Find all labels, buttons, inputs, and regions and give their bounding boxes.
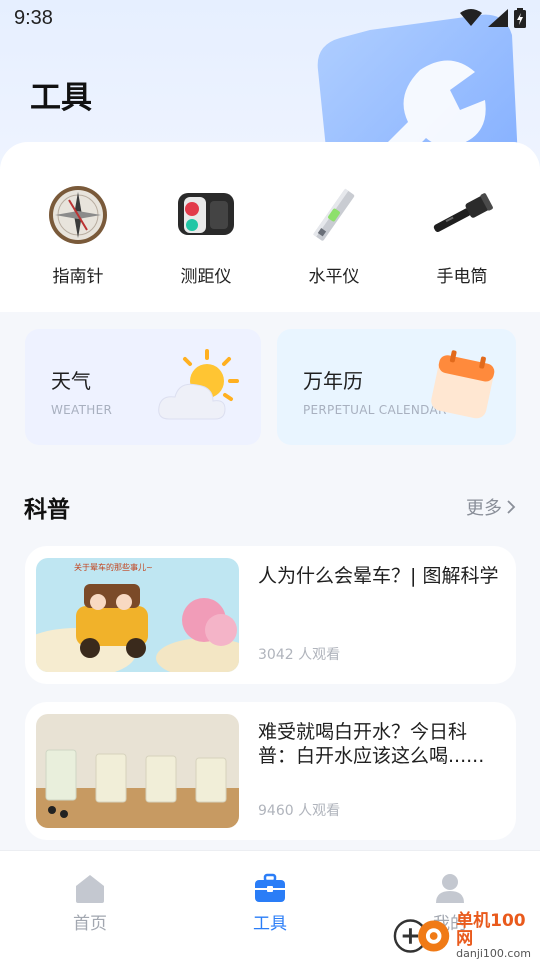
tools-grid: 指南针 测距仪 水平仪 手电筒: [0, 180, 540, 300]
flashlight-icon: [433, 193, 493, 233]
tool-level-label: 水平仪: [308, 267, 360, 287]
article-thumbnail: 关于晕车的那些事儿~: [36, 558, 239, 672]
article-thumbnail: [36, 714, 239, 828]
article-views: 9460 人观看: [258, 803, 341, 819]
science-more-link[interactable]: 更多: [466, 494, 516, 520]
status-bar: 9:38: [0, 0, 540, 36]
tab-home-label: 首页: [73, 914, 107, 934]
tab-tools[interactable]: 工具: [180, 851, 360, 960]
compass-icon: [49, 186, 107, 244]
page-title: 工具: [30, 80, 92, 116]
home-icon: [76, 875, 104, 903]
tab-home[interactable]: 首页: [0, 851, 180, 960]
status-time: 9:38: [14, 6, 53, 29]
chevron-right-icon: [507, 500, 516, 514]
toolbox-icon: [255, 873, 285, 902]
tool-rangefinder[interactable]: 测距仪: [151, 180, 261, 300]
thumbnail-caption: 关于晕车的那些事儿~: [74, 562, 153, 572]
more-label: 更多: [466, 498, 502, 519]
article-card[interactable]: 难受就喝白开水？今日科普：白开水应该这么喝...... 9460 人观看: [25, 702, 516, 840]
article-views: 3042 人观看: [258, 647, 341, 663]
science-section-title: 科普: [24, 497, 70, 523]
carsick-illustration: 关于晕车的那些事儿~: [36, 558, 239, 672]
level-icon: [313, 188, 355, 241]
cell-signal-icon: [488, 9, 508, 27]
tool-flashlight[interactable]: 手电筒: [407, 180, 517, 300]
person-icon: [436, 874, 464, 903]
watermark-brand: 单机100网: [456, 911, 526, 949]
calendar-icon: [431, 350, 495, 419]
water-glasses-photo: [36, 714, 239, 828]
article-title: 人为什么会晕车？| 图解科学: [258, 565, 499, 587]
watermark: 单机100网 danji100.com: [392, 912, 540, 960]
battery-icon: [514, 8, 526, 28]
weather-card[interactable]: 天气 WEATHER: [25, 329, 261, 445]
watermark-logo-icon: [393, 919, 450, 953]
tool-compass-label: 指南针: [52, 267, 104, 287]
calendar-card[interactable]: 万年历 PERPETUAL CALENDAR: [277, 329, 516, 445]
weather-cloud-sun-icon: [158, 349, 239, 420]
tool-flashlight-label: 手电筒: [436, 267, 488, 287]
watermark-url: danji100.com: [456, 947, 531, 960]
tab-tools-label: 工具: [253, 914, 287, 934]
tool-level[interactable]: 水平仪: [279, 180, 389, 300]
tool-rangefinder-label: 测距仪: [180, 267, 232, 287]
wifi-icon: [460, 9, 482, 26]
tool-compass[interactable]: 指南针: [23, 180, 133, 300]
article-title: 难受就喝白开水？今日科普：白开水应该这么喝......: [258, 721, 485, 767]
rangefinder-icon: [178, 193, 234, 235]
article-card[interactable]: 关于晕车的那些事儿~ 人为什么会晕车？| 图解科学 3042 人观看: [25, 546, 516, 684]
